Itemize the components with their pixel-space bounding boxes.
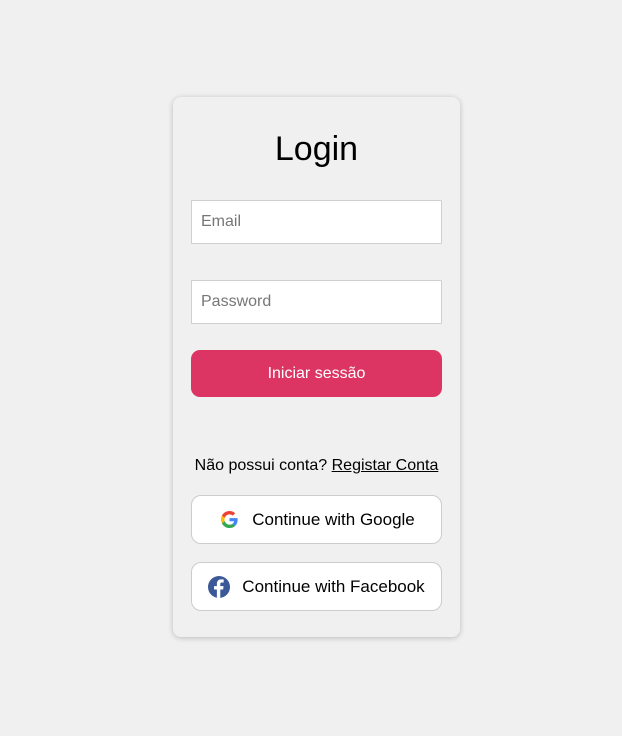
password-field[interactable] (191, 280, 442, 324)
google-button-label: Continue with Google (252, 509, 415, 529)
email-field[interactable] (191, 200, 442, 244)
register-prompt: Não possui conta? Registar Conta (173, 456, 460, 476)
google-login-button[interactable]: Continue with Google (191, 495, 442, 544)
facebook-icon (208, 575, 231, 598)
register-link[interactable]: Registar Conta (332, 457, 439, 474)
page-title: Login (274, 130, 359, 168)
facebook-login-button[interactable]: Continue with Facebook (191, 562, 442, 611)
login-card: Login Iniciar sessão Não possui conta? R… (173, 97, 460, 637)
login-button[interactable]: Iniciar sessão (191, 350, 442, 397)
google-icon (218, 509, 240, 531)
no-account-text: Não possui conta? (194, 457, 328, 474)
facebook-button-label: Continue with Facebook (242, 576, 425, 596)
